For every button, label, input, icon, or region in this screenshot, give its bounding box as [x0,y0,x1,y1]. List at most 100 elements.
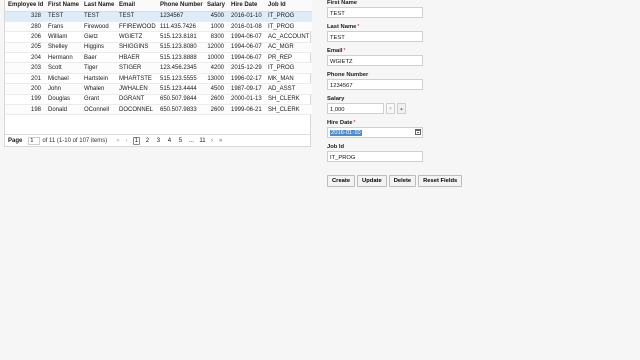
cell-phone-number: 515.123.5555 [157,73,204,85]
cell-job-id: IT_PROG [265,11,312,22]
col-employee-id[interactable]: Employee Id [5,0,45,12]
table-row[interactable]: 200 John Whalen JWHALEN 515.123.4444 4500 1987… [5,83,312,95]
page-link-5[interactable]: 5 [177,138,184,144]
cell-email: TEST [116,11,157,22]
page-link-11[interactable]: 11 [199,138,206,144]
cell-phone-number: 123.456.2345 [157,62,204,74]
cell-salary: 12000 [204,42,228,54]
hire-date-input[interactable]: 2016-01-10 [327,127,423,138]
phone-label: Phone Number [327,72,369,78]
table-row[interactable]: 206 William Gietz WGIETZ 515.123.8181 8300 199… [5,31,312,43]
job-id-input[interactable] [327,151,423,162]
create-button[interactable]: Create [327,175,356,187]
table-row[interactable]: 205 Shelley Higgins SHIGGINS 515.123.8080 120… [5,42,312,54]
page-number-input[interactable] [28,136,41,145]
cell-employee-id: 205 [5,42,45,54]
table-row[interactable]: 199 Douglas Grant DGRANT 650.507.9844 2600 200… [5,94,312,106]
page-ellipsis: ... [188,137,194,144]
table-row[interactable]: 280 Frans Firewood FFIREWOOD 111.435.7426 100… [5,21,312,33]
first-name-input[interactable] [327,7,423,18]
salary-label: Salary [327,96,345,102]
cell-hire-date: 1987-09-17 [228,83,265,95]
cell-email: STIGER [116,62,157,74]
col-salary[interactable]: Salary [204,0,228,12]
hire-date-group: Hire Date* 2016-01-10 [327,120,423,138]
table-row[interactable]: 201 Michael Hartstein MHARTSTE 515.123.5555 1… [5,73,312,85]
page-link-1[interactable]: 1 [132,136,140,145]
last-name-label-wrap: Last Name* [327,24,423,31]
delete-button[interactable]: Delete [388,175,417,187]
col-first-name[interactable]: First Name [45,0,81,12]
cell-hire-date: 2016-01-08 [228,21,265,33]
cell-employee-id: 206 [5,31,45,43]
email-input[interactable] [327,55,423,66]
first-name-label: First Name [327,0,357,6]
cell-email: MHARTSTE [116,73,157,85]
cell-phone-number: 1234567 [157,11,204,22]
salary-increment-icon[interactable]: ▴ [397,103,406,114]
cell-salary: 4200 [204,62,228,74]
cell-salary: 8300 [204,31,228,43]
salary-decrement-icon[interactable]: ▾ [386,103,395,114]
cell-hire-date: 1996-02-17 [228,73,265,85]
cell-job-id: IT_PROG [265,62,312,74]
page-link-4[interactable]: 4 [166,138,173,144]
cell-salary: 2600 [204,94,228,106]
cell-job-id: AC_ACCOUNT [265,31,312,43]
page-link-3[interactable]: 3 [155,138,162,144]
salary-input[interactable] [327,103,384,114]
form-actions: Create Update Delete Reset Fields [327,175,463,187]
cell-salary: 10000 [204,52,228,64]
cell-first-name: Hermann [45,52,81,64]
cell-job-id: IT_PROG [265,21,312,33]
hire-date-value: 2016-01-10 [330,130,362,136]
required-marker: * [357,24,360,30]
cell-email: JWHALEN [116,83,157,95]
pager: Page of 11 (1-10 of 107 items) « ‹ 1 2 3… [5,134,310,146]
pager-label: Page [8,137,23,144]
cell-salary: 13000 [204,73,228,85]
cell-first-name: William [45,31,81,43]
cell-job-id: AD_ASST [265,83,312,95]
last-page-icon[interactable]: » [219,138,222,144]
col-hire-date[interactable]: Hire Date [228,0,265,12]
cell-hire-date: 1999-06-21 [228,104,265,116]
cell-first-name: Scott [45,62,81,74]
table-row[interactable]: 198 Donald OConnell DOCONNEL 650.507.9833 260… [5,104,312,116]
calendar-icon[interactable] [415,129,421,135]
next-page-icon[interactable]: › [211,138,213,144]
cell-employee-id: 280 [5,21,45,33]
required-marker: * [353,120,356,126]
job-id-label: Job Id [327,144,345,150]
last-name-input[interactable] [327,31,423,42]
reset-fields-button[interactable]: Reset Fields [418,175,463,187]
col-last-name[interactable]: Last Name [81,0,116,12]
table-row[interactable]: 204 Hermann Baer HBAER 515.123.8888 10000 1994… [5,52,312,64]
cell-hire-date: 2016-01-10 [228,11,265,22]
page-link-2[interactable]: 2 [144,138,151,144]
cell-last-name: Grant [81,94,116,106]
cell-last-name: Firewood [81,21,116,33]
col-email[interactable]: Email [116,0,157,12]
cell-hire-date: 1994-06-07 [228,42,265,54]
cell-hire-date: 1994-06-07 [228,52,265,64]
cell-last-name: Whalen [81,83,116,95]
phone-input[interactable] [327,79,423,90]
first-name-group: First Name [327,0,423,18]
cell-salary: 4500 [204,83,228,95]
cell-phone-number: 515.123.8181 [157,31,204,43]
table-row[interactable]: 203 Scott Tiger STIGER 123.456.2345 4200 2015-… [5,62,312,74]
first-page-icon[interactable]: « [116,138,119,144]
col-job-id[interactable]: Job Id [265,0,312,12]
cell-employee-id: 201 [5,73,45,85]
table-row[interactable]: 328 TEST TEST TEST 1234567 4500 2016-01-10 IT_P… [5,11,312,22]
last-name-label: Last Name [327,24,357,30]
update-button[interactable]: Update [357,175,387,187]
prev-page-icon[interactable]: ‹ [126,138,128,144]
col-phone-number[interactable]: Phone Number [157,0,204,12]
required-marker: * [343,48,346,54]
cell-last-name: Gietz [81,31,116,43]
cell-email: HBAER [116,52,157,64]
cell-employee-id: 203 [5,62,45,74]
job-id-group: Job Id [327,144,423,162]
